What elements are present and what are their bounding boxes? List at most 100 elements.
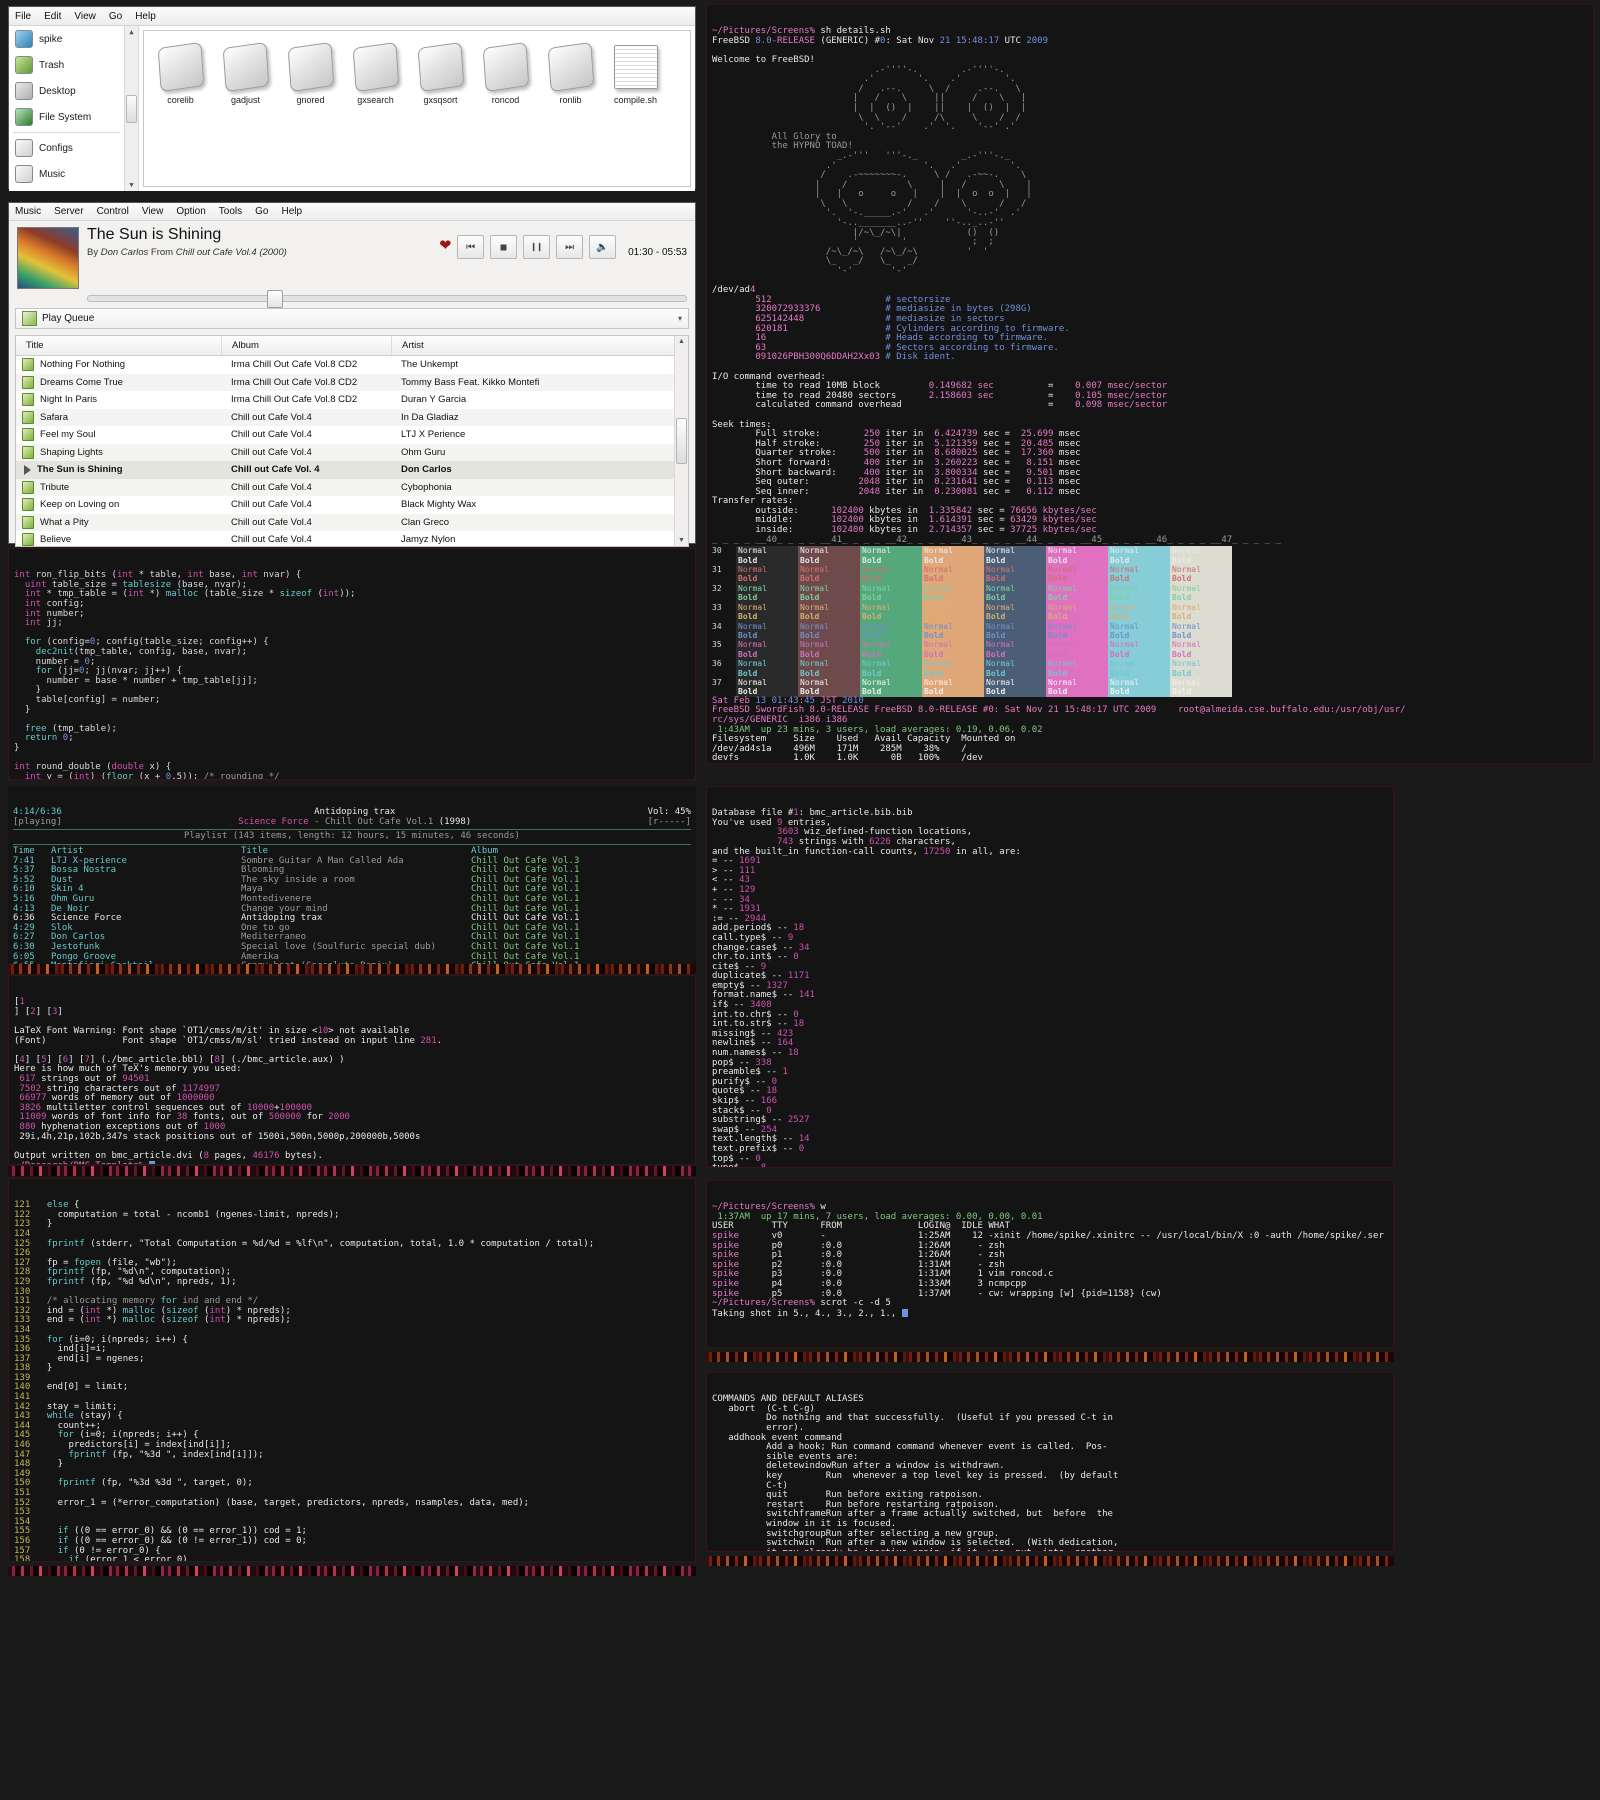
vim-line: 125 fprintf (stderr, "Total Computation … [14, 1238, 595, 1249]
sidebar-item-file-system[interactable]: File System [9, 104, 124, 130]
menu-server[interactable]: Server [54, 206, 83, 217]
terminal-freebsd-details[interactable]: ~/Pictures/Screens% sh details.sh FreeBSD… [706, 4, 1594, 764]
column-header-artist[interactable]: Artist [391, 336, 674, 355]
sidebar-scrollbar[interactable]: ▲ ▼ [125, 26, 139, 191]
now-playing-panel: The Sun is Shining By Don Carlos From Ch… [9, 221, 695, 291]
file-item[interactable]: corelib [148, 41, 213, 105]
pause-button[interactable]: ❙❙ [523, 235, 551, 259]
next-button[interactable]: ⏭ [556, 235, 584, 259]
table-row[interactable]: Night In Paris Irma Chill Out Cafe Vol.8 … [16, 391, 674, 409]
table-row[interactable]: Shaping Lights Chill out Cafe Vol.4 Ohm Gu… [16, 443, 674, 461]
favorite-heart-icon[interactable]: ❤ [440, 235, 451, 254]
tex-line: Output written on bmc_article.dvi (8 pag… [14, 1150, 323, 1161]
table-row[interactable]: Safara Chill out Cafe Vol.4 In Da Gladiaz [16, 408, 674, 426]
cmus-row[interactable]: 6:10 Skin 4 Maya Chill Out Cafe Vol.1 [13, 885, 691, 895]
play-queue-tab[interactable]: Play Queue ▾ [15, 308, 689, 329]
vim-line: 148 } [14, 1459, 64, 1470]
terminal-music-cli[interactable]: 4:14/6:36 Antidoping trax Vol: 45% [playing… [8, 786, 696, 964]
terminal-c-source[interactable]: int ron_flip_bits (int * table, int base… [8, 548, 696, 780]
table-row[interactable]: Tribute Chill out Cafe Vol.4 Cybophonia [16, 478, 674, 496]
scroll-up-icon[interactable]: ▲ [129, 28, 133, 36]
sidebar-item-spike[interactable]: spike [9, 26, 124, 52]
scroll-down-icon[interactable]: ▼ [129, 181, 133, 189]
terminal-bibtex[interactable]: Database file #1: bmc_article.bib.bib You… [706, 786, 1394, 1168]
file-manager-body: spike Trash Desktop File System Configs … [9, 26, 695, 191]
transport-controls[interactable]: ❤ ⏮ ■ ❙❙ ⏭ 🔈 01:30 - 05:53 [440, 227, 687, 289]
queue-chevron-down-icon[interactable]: ▾ [678, 314, 682, 323]
menu-edit[interactable]: Edit [44, 11, 61, 22]
file-item[interactable]: ronlib [538, 41, 603, 105]
application-icon [222, 41, 269, 93]
menu-tools[interactable]: Tools [219, 206, 242, 217]
sidebar-label: Configs [39, 142, 73, 154]
music-note-icon [22, 428, 34, 442]
column-header-title[interactable]: Title [16, 336, 221, 355]
sidebar-item-desktop[interactable]: Desktop [9, 78, 124, 104]
colortable-cell: Normal Bold [1172, 602, 1201, 622]
file-manager-menubar[interactable]: File Edit View Go Help [9, 7, 695, 26]
menu-control[interactable]: Control [97, 206, 129, 217]
cmus-row[interactable]: 6:36 Science Force Antidoping trax Chill Ou… [13, 914, 691, 924]
scroll-up-icon[interactable]: ▲ [678, 338, 685, 345]
menu-music[interactable]: Music [15, 206, 41, 217]
seek-row[interactable] [9, 290, 695, 308]
scrollbar-thumb[interactable] [676, 418, 687, 464]
terminal-latex-log[interactable]: [1] [2] [3] LaTeX Font Warning: Font sha… [8, 975, 696, 1165]
table-row[interactable]: Dreams Come True Irma Chill Out Cafe Vol.… [16, 373, 674, 391]
music-player-window[interactable]: Music Server Control View Option Tools G… [8, 202, 696, 564]
table-row[interactable]: Feel my Soul Chill out Cafe Vol.4 LTJ X Pe… [16, 426, 674, 444]
terminal-w-command[interactable]: ~/Pictures/Screens% w 1:37AM up 17 mins,… [706, 1180, 1394, 1348]
seek-thumb[interactable] [267, 290, 284, 308]
sidebar-label: spike [39, 33, 63, 45]
cmus-row[interactable]: 5:16 Ohm Guru Montedivenere Chill Out Cafe … [13, 894, 691, 905]
colortable-cell: Normal Bold [1172, 640, 1201, 659]
file-item[interactable]: gnored [278, 41, 343, 105]
vim-line: 129 fprintf (fp, "%d %d\n", npreds, 1); [14, 1276, 237, 1287]
file-manager-window[interactable]: File Edit View Go Help spike Trash Deskt… [8, 6, 696, 191]
scroll-down-icon[interactable]: ▼ [678, 537, 685, 544]
menu-view[interactable]: View [74, 11, 96, 22]
file-item[interactable]: gxsearch [343, 41, 408, 105]
album-art[interactable] [17, 227, 79, 289]
menu-go[interactable]: Go [255, 206, 268, 217]
menu-option[interactable]: Option [176, 206, 205, 217]
table-row[interactable]: What a Pity Chill out Cafe Vol.4 Clan Grec… [16, 513, 674, 531]
file-item[interactable]: gxsqsort [408, 41, 473, 105]
colortable-column: Normal Bold Normal Bold Normal Bold Normal Bold… [922, 546, 984, 697]
scrollbar-thumb[interactable] [126, 94, 137, 123]
table-row[interactable]: Keep on Loving on Chill out Cafe Vol.4 Bla… [16, 496, 674, 514]
terminal-c-source-content: int ron_flip_bits (int * table, int base… [14, 570, 690, 779]
column-header-album[interactable]: Album [221, 336, 391, 355]
menu-file[interactable]: File [15, 11, 31, 22]
terminal-ratpoison-aliases[interactable]: COMMANDS AND DEFAULT ALIASES abort (C-t … [706, 1372, 1394, 1552]
menu-help[interactable]: Help [135, 11, 156, 22]
cmus-row[interactable]: 4:29 Slok One to go Chill Out Cafe Vol.1 [13, 923, 691, 934]
terminal-vim-glogcluster[interactable]: 121 else {122 computation = total - ncom… [8, 1178, 696, 1562]
player-menubar[interactable]: Music Server Control View Option Tools G… [9, 203, 695, 221]
table-row[interactable]: Believe Chill out Cafe Vol.4 Jamyz Nylon [16, 531, 674, 546]
playlist-table[interactable]: Title Album Artist Nothing For Nothing Ir… [15, 335, 689, 547]
colortable-cell: Normal Bold [800, 565, 829, 584]
places-sidebar[interactable]: spike Trash Desktop File System Configs … [9, 26, 125, 191]
file-item[interactable]: compile.sh [603, 45, 668, 105]
sidebar-item-configs[interactable]: Configs [9, 135, 124, 161]
vim-line: 137 end[i] = ngenes; [14, 1353, 145, 1364]
stop-button[interactable]: ■ [490, 235, 518, 259]
colortable-cell: Normal Bold [1172, 659, 1201, 678]
file-item[interactable]: roncod [473, 41, 538, 105]
file-item[interactable]: gadjust [213, 41, 278, 105]
sidebar-item-music[interactable]: Music [9, 161, 124, 187]
table-row[interactable]: The Sun is Shining Chill out Cafe Vol. 4 D… [16, 461, 674, 479]
sidebar-item-trash[interactable]: Trash [9, 52, 124, 78]
menu-view[interactable]: View [142, 206, 164, 217]
playlist-scrollbar[interactable]: ▲ ▼ [674, 336, 688, 546]
colortable-cell: Normal Bold [1110, 659, 1139, 678]
table-row[interactable]: Nothing For Nothing Irma Chill Out Cafe V… [16, 356, 674, 374]
menu-go[interactable]: Go [109, 11, 122, 22]
menu-help[interactable]: Help [282, 206, 303, 217]
file-list-pane[interactable]: corelib gadjust gnored gxsearch gxsqsort… [143, 30, 691, 187]
seek-slider[interactable] [87, 290, 687, 308]
prev-button[interactable]: ⏮ [457, 235, 485, 259]
cmus-row[interactable]: 5:52 Dust The sky inside a room Chill Out C… [13, 875, 691, 886]
volume-button[interactable]: 🔈 [589, 235, 617, 259]
